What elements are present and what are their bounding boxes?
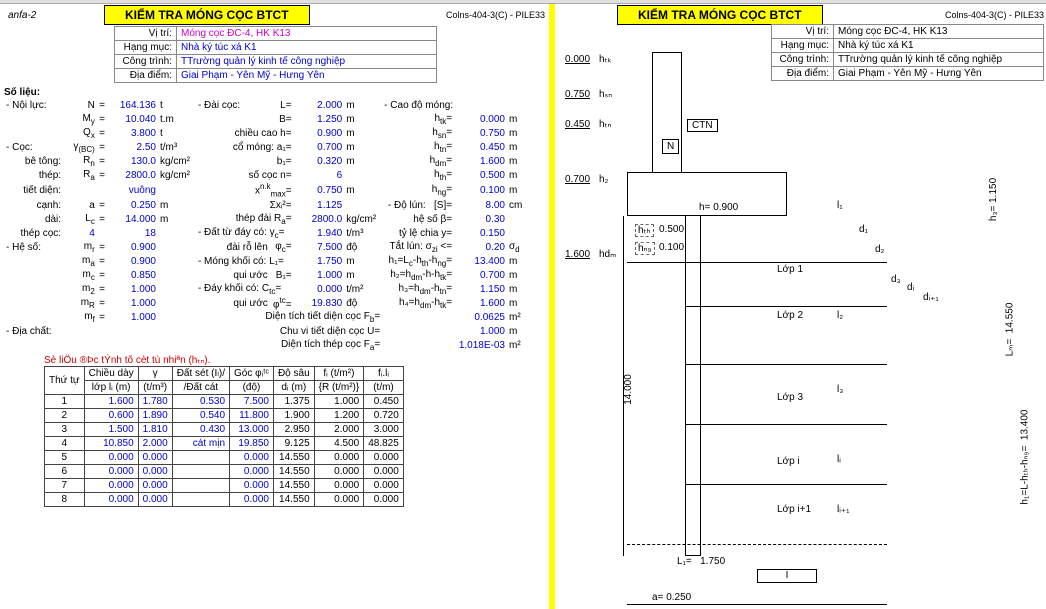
Fb-val: 0.0625 (454, 311, 507, 325)
table-row: 80.0000.0000.00014.5500.0000.000 (45, 492, 404, 506)
L-unit: m (344, 98, 382, 112)
a1-val: 0.700 (294, 140, 345, 154)
hangmuc-val: Nhà ký túc xá K1 (177, 41, 437, 55)
L-lbl: L= (270, 98, 294, 112)
y-val: 0.150 (454, 226, 507, 240)
mf-val: 1.000 (107, 311, 158, 325)
U-val: 1.000 (454, 325, 507, 339)
Lm-dim: Lₘ= 14.550 (1005, 303, 1016, 357)
thepdai-val: 2800.0 (294, 212, 345, 226)
left-panel: anfa-2 KIỂM TRA MÓNG CỌC BTCT Colns-404-… (0, 4, 555, 609)
so-lieu-lbl: Số liệu: (4, 87, 545, 98)
Fa-val: 1.018E-03 (454, 339, 507, 353)
red-note: Sè liÖu ®Þc tÝnh tõ cèt tù nhiªn (hₜₙ). (44, 355, 545, 366)
beta-val: 0.30 (454, 212, 507, 226)
diagram: 0.000 hₜₖ 0.750 hₛₙ 0.450 hₜₙ 0.700 h₂ 1… (557, 24, 1027, 604)
caodo-lbl: - Cao độ móng: (382, 98, 545, 112)
gbc-val: 2.50 (107, 140, 158, 154)
mR-val: 1.000 (107, 296, 158, 310)
h2-val: 0.700 (454, 268, 507, 282)
vitri-val: Móng cọc ĐC-4, HK K13 (177, 27, 437, 41)
Lc-val: 14.000 (107, 212, 158, 226)
a-val: 0.250 (107, 198, 158, 212)
phic-val: 7.500 (294, 240, 345, 254)
Rn-val: 130.0 (107, 154, 158, 168)
Qx-val: 3.800 (107, 126, 158, 140)
Ra-val: 2800.0 (107, 168, 158, 182)
table-row: 50.0000.0000.00014.5500.0000.000 (45, 450, 404, 464)
N-unit: t (158, 98, 196, 112)
Bq-val: 1.000 (294, 268, 345, 282)
phitc-val: 19.830 (294, 296, 345, 310)
diadiem-lbl: Địa điểm: (115, 69, 177, 83)
xnk-val: 0.750 (294, 182, 345, 198)
right-panel: KIỂM TRA MÓNG CỌC BTCT Colns-404-3(C) - … (555, 4, 1046, 609)
sigzi-val: 0.20 (454, 240, 507, 254)
N-val: 164.136 (107, 98, 158, 112)
congtrinh-lbl: Công trình: (115, 55, 177, 69)
L14-dim: 14.000 (623, 374, 634, 405)
hth-val: 0.500 (454, 168, 507, 182)
pile-shaft (685, 216, 701, 556)
ctn-box: CTN (687, 119, 718, 132)
gc-val: 1.940 (294, 226, 345, 240)
h1-val: 13.400 (454, 254, 507, 268)
I-box: I (757, 569, 817, 583)
S-val: 8.00 (454, 198, 507, 212)
table-row: 70.0000.0000.00014.5500.0000.000 (45, 478, 404, 492)
mr-val: 0.900 (107, 240, 158, 254)
diadiem-val: Giai Phạm - Yên Mỹ - Hưng Yên (177, 69, 437, 83)
N-lbl: N (63, 98, 97, 112)
h-val: 0.900 (294, 126, 345, 140)
h4-val: 1.600 (454, 296, 507, 310)
table-row: 410.8502.000cát mịn19.8509.1254.50048.82… (45, 436, 404, 450)
tietdien-val: vuông (107, 182, 158, 198)
mc-val: 0.850 (107, 268, 158, 282)
hangmuc-lbl: Hạng mục: (115, 41, 177, 55)
hng-val: 0.100 (454, 182, 507, 198)
My-val: 10.040 (107, 112, 158, 126)
info-table-left: Vị trí:Móng cọc ĐC-4, HK K13 Hạng mục:Nh… (114, 26, 437, 83)
m2-val: 1.000 (107, 282, 158, 296)
param-grid: - Nội lực: N = 164.136 t - Đài cọc: L= 2… (4, 98, 545, 353)
daicoc-lbl: - Đài cọc: (196, 98, 270, 112)
title-left: KIỂM TRA MÓNG CỌC BTCT (104, 5, 310, 25)
h3-val: 1.150 (454, 282, 507, 296)
htk-val: 0.000 (454, 112, 507, 126)
noiluc-lbl: - Nội lực: (4, 98, 63, 112)
h1-dim: h₁=L-hₜₕ-hₙ₉= 13.400 (1020, 410, 1031, 505)
b1-val: 0.320 (294, 154, 345, 168)
ma-val: 0.900 (107, 254, 158, 268)
hdm-val: 1.600 (454, 154, 507, 168)
title-right: KIỂM TRA MÓNG CỌC BTCT (617, 5, 823, 25)
sigx-val: 1.125 (294, 198, 345, 212)
thepcoc-d: 18 (107, 226, 158, 240)
htn-val: 0.450 (454, 140, 507, 154)
thepcoc-n: 4 (63, 226, 97, 240)
vitri-lbl: Vị trí: (115, 27, 177, 41)
B-val: 1.250 (294, 112, 345, 126)
anfa-label: anfa-2 (4, 10, 104, 21)
table-row: 20.6001.8900.54011.8001.9001.2000.720 (45, 408, 404, 422)
h3-dim: h₃= 1.150 (988, 178, 999, 221)
table-row: 31.5001.8100.43013.0002.9502.0003.000 (45, 422, 404, 436)
ref-right: Colns-404-3(C) - PILE33 (945, 10, 1044, 20)
Ctc-val: 0.000 (294, 282, 345, 296)
table-row: 11.6001.7800.5307.5001.3751.0000.450 (45, 394, 404, 408)
L-val: 2.000 (294, 98, 345, 112)
n-val: 6 (294, 168, 345, 182)
congtrinh-val: TTrường quản lý kinh tế công nghiệp (177, 55, 437, 69)
L1-val: 1.750 (294, 254, 345, 268)
table-row: 60.0000.0000.00014.5500.0000.000 (45, 464, 404, 478)
ref-left: Colns-404-3(C) - PILE33 (446, 10, 545, 20)
han-val: 0.750 (454, 126, 507, 140)
soil-table: Thứ tự Chiều dày γ Đất sét (Iₗ)/ Góc φᵢᵗ… (44, 366, 404, 507)
column-top (652, 52, 682, 172)
